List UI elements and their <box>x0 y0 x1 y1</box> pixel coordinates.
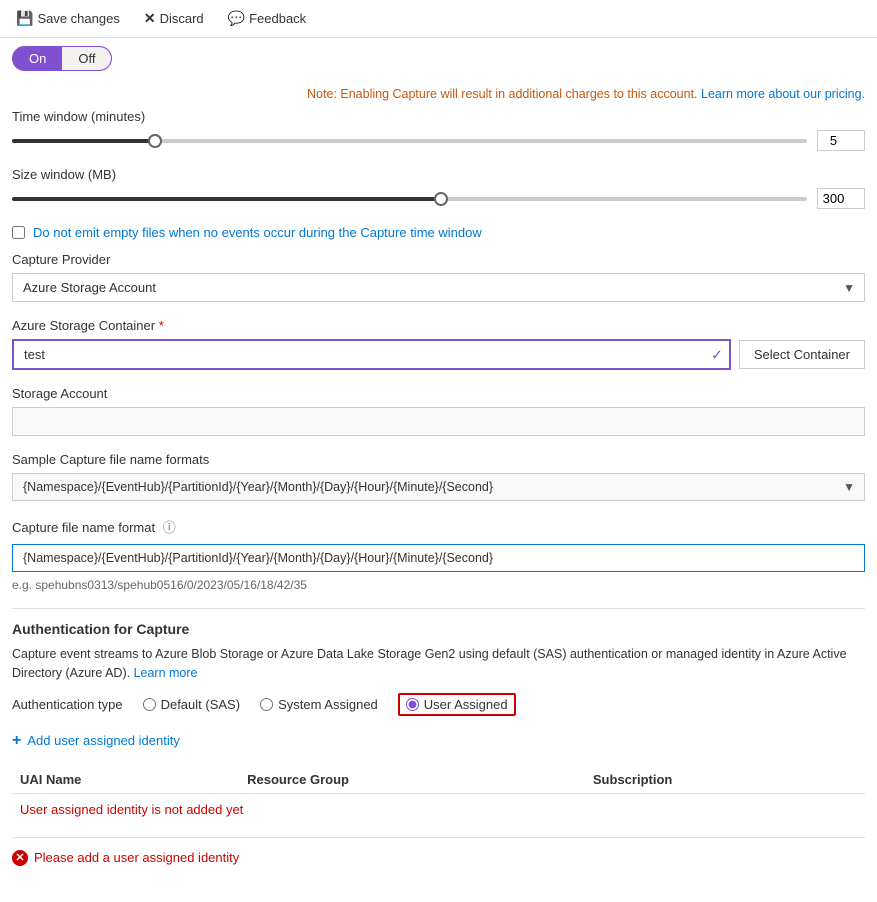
auth-type-row: Authentication type Default (SAS) System… <box>12 693 865 716</box>
radio-user-assigned-input[interactable] <box>406 698 419 711</box>
toggle-on-button[interactable]: On <box>13 47 62 70</box>
file-name-format-input-container <box>12 544 865 572</box>
storage-account-input[interactable] <box>12 407 865 436</box>
azure-container-section: Azure Storage Container * ✓ Select Conta… <box>12 318 865 370</box>
capture-toggle-container: On Off <box>0 38 877 79</box>
uai-empty-row: User assigned identity is not added yet <box>12 793 865 825</box>
uai-empty-message: User assigned identity is not added yet <box>12 793 865 825</box>
empty-files-checkbox[interactable] <box>12 226 25 239</box>
add-identity-label: Add user assigned identity <box>27 733 179 748</box>
error-icon: ✕ <box>12 850 28 866</box>
auth-description: Capture event streams to Azure Blob Stor… <box>12 645 865 683</box>
size-window-value[interactable] <box>817 188 865 209</box>
capture-provider-dropdown[interactable]: Azure Storage Account Azure Data Lake St… <box>12 273 865 302</box>
radio-default-sas[interactable]: Default (SAS) <box>143 697 240 712</box>
time-window-fill <box>12 139 155 143</box>
auth-learn-more-link[interactable]: Learn more <box>134 666 198 680</box>
close-icon: ✕ <box>144 10 156 27</box>
toggle-off-button[interactable]: Off <box>62 47 111 70</box>
azure-container-label-text: Azure Storage Container <box>12 318 155 333</box>
radio-user-assigned[interactable]: User Assigned <box>398 693 516 716</box>
col-resource-group: Resource Group <box>239 766 585 794</box>
auth-section: Authentication for Capture Capture event… <box>12 621 865 866</box>
table-divider <box>12 837 865 838</box>
radio-system-assigned-input[interactable] <box>260 698 273 711</box>
size-window-label: Size window (MB) <box>12 167 865 182</box>
sample-format-value[interactable]: {Namespace}/{EventHub}/{PartitionId}/{Ye… <box>12 473 865 501</box>
empty-files-label[interactable]: Do not emit empty files when no events o… <box>33 225 482 240</box>
plus-icon: + <box>12 732 21 750</box>
toolbar: 💾 Save changes ✕ Discard 💬 Feedback <box>0 0 877 38</box>
save-button[interactable]: 💾 Save changes <box>12 8 124 29</box>
add-identity-button[interactable]: + Add user assigned identity <box>12 728 180 754</box>
radio-system-assigned-label: System Assigned <box>278 697 378 712</box>
size-window-slider-row <box>12 188 865 209</box>
size-window-section: Size window (MB) <box>12 167 865 209</box>
discard-label: Discard <box>160 11 204 26</box>
note-bar: Note: Enabling Capture will result in ad… <box>12 79 865 109</box>
on-off-toggle[interactable]: On Off <box>12 46 112 71</box>
time-window-thumb[interactable] <box>148 134 162 148</box>
auth-title: Authentication for Capture <box>12 621 865 637</box>
time-window-slider-row <box>12 130 865 151</box>
feedback-icon: 💬 <box>228 10 245 27</box>
capture-provider-label: Capture Provider <box>12 252 865 267</box>
feedback-button[interactable]: 💬 Feedback <box>224 8 311 29</box>
uai-table-header-row: UAI Name Resource Group Subscription <box>12 766 865 794</box>
checkmark-icon: ✓ <box>711 346 723 363</box>
file-name-format-section: Capture file name format ⓘ e.g. spehubns… <box>12 517 865 592</box>
capture-provider-section: Capture Provider Azure Storage Account A… <box>12 252 865 302</box>
time-window-label: Time window (minutes) <box>12 109 865 124</box>
error-row: ✕ Please add a user assigned identity <box>12 850 865 866</box>
sample-format-section: Sample Capture file name formats {Namesp… <box>12 452 865 501</box>
uai-table-header: UAI Name Resource Group Subscription <box>12 766 865 794</box>
time-window-value[interactable] <box>817 130 865 151</box>
radio-user-assigned-label: User Assigned <box>424 697 508 712</box>
section-divider <box>12 608 865 609</box>
time-window-track[interactable] <box>12 139 807 143</box>
radio-system-assigned[interactable]: System Assigned <box>260 697 378 712</box>
radio-default-sas-input[interactable] <box>143 698 156 711</box>
file-name-format-label-text: Capture file name format <box>12 520 155 535</box>
col-uai-name: UAI Name <box>12 766 239 794</box>
file-name-format-label: Capture file name format ⓘ <box>12 517 865 536</box>
storage-account-label: Storage Account <box>12 386 865 401</box>
time-window-section: Time window (minutes) <box>12 109 865 151</box>
container-input-wrapper: ✓ <box>12 339 731 370</box>
capture-provider-dropdown-container: Azure Storage Account Azure Data Lake St… <box>12 273 865 302</box>
required-indicator: * <box>159 318 164 333</box>
size-window-track[interactable] <box>12 197 807 201</box>
empty-files-checkbox-row: Do not emit empty files when no events o… <box>12 225 865 240</box>
select-container-button[interactable]: Select Container <box>739 340 865 369</box>
uai-table-body: User assigned identity is not added yet <box>12 793 865 825</box>
storage-account-section: Storage Account <box>12 386 865 436</box>
radio-default-sas-label: Default (SAS) <box>161 697 240 712</box>
feedback-label: Feedback <box>249 11 306 26</box>
info-icon: ⓘ <box>163 520 176 535</box>
error-message: Please add a user assigned identity <box>34 850 239 865</box>
container-input-row: ✓ Select Container <box>12 339 865 370</box>
container-input[interactable] <box>12 339 731 370</box>
azure-container-label: Azure Storage Container * <box>12 318 865 333</box>
save-icon: 💾 <box>16 10 33 27</box>
sample-format-dropdown-container: {Namespace}/{EventHub}/{PartitionId}/{Ye… <box>12 473 865 501</box>
size-window-fill <box>12 197 441 201</box>
col-subscription: Subscription <box>585 766 865 794</box>
format-example-text: e.g. spehubns0313/spehub0516/0/2023/05/1… <box>12 578 865 592</box>
main-content: Note: Enabling Capture will result in ad… <box>0 79 877 902</box>
size-window-thumb[interactable] <box>434 192 448 206</box>
pricing-link[interactable]: Learn more about our pricing. <box>701 87 865 101</box>
note-text: Note: Enabling Capture will result in ad… <box>307 87 698 101</box>
discard-button[interactable]: ✕ Discard <box>140 8 208 29</box>
sample-format-label: Sample Capture file name formats <box>12 452 865 467</box>
auth-type-label: Authentication type <box>12 697 123 712</box>
save-label: Save changes <box>37 11 119 26</box>
file-name-format-input[interactable] <box>12 544 865 572</box>
